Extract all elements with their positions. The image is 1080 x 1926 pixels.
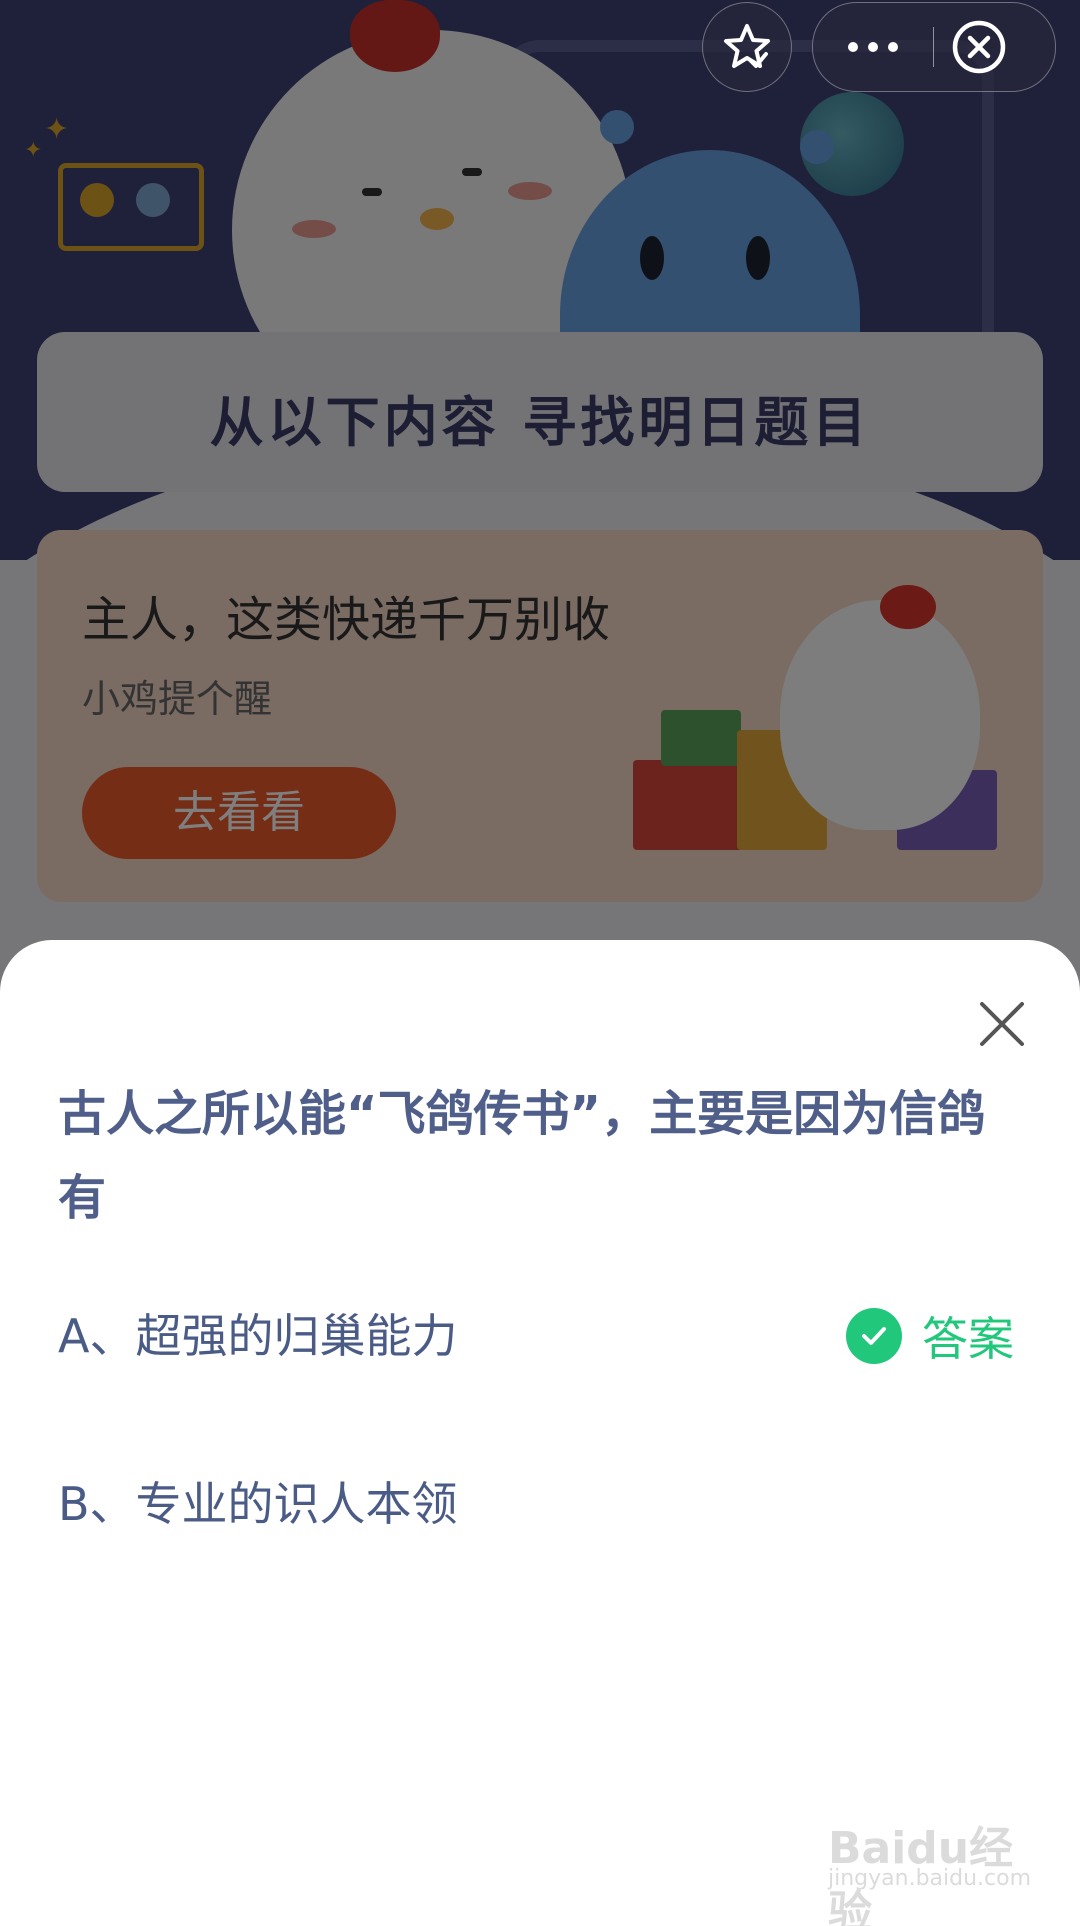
watermark: Baidu经验 jingyan.baidu.com bbox=[828, 1812, 1032, 1926]
exit-button[interactable] bbox=[951, 19, 1007, 75]
answer-sheet: 古人之所以能“飞鸽传书”，主要是因为信鸽有 A、超强的归巢能力 答案 B、专业的… bbox=[0, 940, 1080, 1926]
answer-badge: 答案 bbox=[846, 1291, 1014, 1381]
more-dots-icon bbox=[868, 42, 878, 52]
option-b[interactable]: B、专业的识人本领 bbox=[58, 1459, 1018, 1549]
star-check-icon bbox=[724, 24, 770, 68]
circle-close-icon bbox=[952, 20, 1006, 74]
more-button[interactable] bbox=[813, 3, 933, 91]
favorite-button[interactable] bbox=[702, 2, 792, 92]
watermark-url: jingyan.baidu.com bbox=[828, 1866, 1032, 1891]
question-text: 古人之所以能“飞鸽传书”，主要是因为信鸽有 bbox=[58, 1086, 986, 1226]
more-dots-icon bbox=[848, 42, 858, 52]
check-circle-icon bbox=[846, 1308, 902, 1364]
quiz-page: ✦ ✦ 从以下内容 寻找明日题目 主人，这类快递千万别收 小鸡提个醒 去看看 bbox=[0, 0, 1080, 1926]
sheet-close-button[interactable] bbox=[974, 996, 1030, 1052]
capsule-menu bbox=[812, 2, 1056, 92]
more-dots-icon bbox=[888, 42, 898, 52]
close-icon bbox=[980, 1002, 1024, 1046]
capsule-divider bbox=[933, 27, 934, 67]
answer-label: 答案 bbox=[922, 1312, 1014, 1366]
